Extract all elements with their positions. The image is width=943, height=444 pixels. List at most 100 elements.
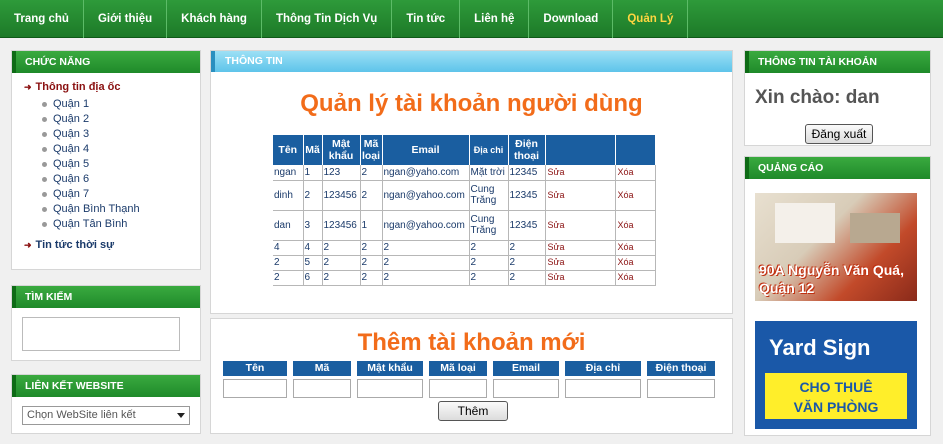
chevron-down-icon <box>177 413 185 418</box>
cell-password: 123 <box>322 165 361 181</box>
search-input[interactable] <box>22 317 180 351</box>
district-item[interactable]: Quận 3 <box>42 127 200 142</box>
cell-address: 2 <box>469 240 509 256</box>
address-field[interactable] <box>565 379 641 398</box>
cell-type: 2 <box>360 255 383 271</box>
cell-id: 6 <box>303 270 323 286</box>
edit-link[interactable]: Sửa <box>545 165 616 181</box>
bullet-icon <box>42 116 47 122</box>
bullet-icon <box>42 206 47 212</box>
ads-panel: QUẢNG CÁO 90A Nguyễn Văn Quá, Quận 12 Ya… <box>744 156 931 436</box>
table-row: dinh 2 123456 2 ngan@yahoo.com Cung Trăn… <box>273 180 656 211</box>
delete-link[interactable]: Xóa <box>615 240 656 256</box>
id-field[interactable] <box>293 379 351 398</box>
district-item[interactable]: Quận 4 <box>42 142 200 157</box>
cell-address: 2 <box>469 255 509 271</box>
edit-link[interactable]: Sửa <box>545 180 616 211</box>
column-header <box>615 135 656 165</box>
office-photo-shape <box>775 203 835 243</box>
edit-link[interactable]: Sửa <box>545 255 616 271</box>
bullet-icon <box>42 161 47 167</box>
column-header: Tên <box>273 135 304 165</box>
cell-address: Mặt trời <box>469 165 509 181</box>
field-label: Tên <box>223 361 287 376</box>
info-title: THÔNG TIN <box>211 51 732 72</box>
menu-news[interactable]: ➜ Tin tức thời sự <box>12 232 200 251</box>
user-table: Tên Mã Mật khẩu Mã loại Email Địa chỉ Đi… <box>273 135 656 286</box>
edit-link[interactable]: Sửa <box>545 270 616 286</box>
table-row: 4 4 2 2 2 2 2 Sửa Xóa <box>273 240 656 256</box>
cell-phone: 12345 <box>508 180 546 211</box>
table-row: 2 5 2 2 2 2 2 Sửa Xóa <box>273 255 656 271</box>
functions-panel: CHỨC NĂNG ➜ Thông tin địa ốc Quận 1 Quận … <box>11 50 201 270</box>
logout-button[interactable]: Đăng xuất <box>805 124 873 144</box>
district-item[interactable]: Quận Bình Thạnh <box>42 202 200 217</box>
cell-id: 2 <box>303 180 323 211</box>
nav-contact[interactable]: Liên hệ <box>460 0 530 38</box>
cell-name: dan <box>273 210 304 241</box>
column-header: Điện thoại <box>508 135 546 165</box>
delete-link[interactable]: Xóa <box>615 165 656 181</box>
cell-password: 2 <box>322 255 361 271</box>
table-row: dan 3 123456 1 ngan@yahoo.com Cung Trăng… <box>273 210 656 241</box>
nav-about[interactable]: Giới thiệu <box>84 0 168 38</box>
district-item[interactable]: Quận 6 <box>42 172 200 187</box>
yard-sign-ad-banner[interactable]: Yard Sign CHO THUÊ VĂN PHÒNG <box>755 321 917 429</box>
field-label: Email <box>493 361 559 376</box>
add-button[interactable]: Thêm <box>438 401 508 421</box>
nav-home[interactable]: Trang chủ <box>0 0 84 38</box>
district-label: Quận 7 <box>53 188 90 200</box>
district-item[interactable]: Quận 2 <box>42 112 200 127</box>
field-label: Địa chỉ <box>565 361 641 376</box>
column-header: Email <box>382 135 470 165</box>
email-field[interactable] <box>493 379 559 398</box>
nav-download[interactable]: Download <box>529 0 614 38</box>
cell-id: 5 <box>303 255 323 271</box>
delete-link[interactable]: Xóa <box>615 180 656 211</box>
name-field[interactable] <box>223 379 287 398</box>
account-title: THÔNG TIN TÀI KHOẢN <box>745 51 930 73</box>
nav-manage[interactable]: Quản Lý <box>613 0 689 38</box>
links-panel: LIÊN KẾT WEBSITE Chọn WebSite liên kết <box>11 374 201 434</box>
delete-link[interactable]: Xóa <box>615 270 656 286</box>
cell-email: 2 <box>382 255 470 271</box>
cell-type: 1 <box>360 210 383 241</box>
nav-news[interactable]: Tin tức <box>392 0 461 38</box>
edit-link[interactable]: Sửa <box>545 210 616 241</box>
arrow-right-icon: ➜ <box>24 82 32 92</box>
cell-id: 1 <box>303 165 323 181</box>
nav-services[interactable]: Thông Tin Dịch Vụ <box>262 0 393 38</box>
column-header <box>545 135 616 165</box>
office-ad-banner[interactable]: 90A Nguyễn Văn Quá, Quận 12 <box>755 193 917 301</box>
table-row: 2 6 2 2 2 2 2 Sửa Xóa <box>273 270 656 286</box>
cell-email: ngan@yahoo.com <box>382 180 470 211</box>
add-account-form: Tên Mã Mật khẩu Mã loại Email Địa chỉ Đi… <box>223 361 715 398</box>
website-link-select[interactable]: Chọn WebSite liên kết <box>22 406 190 425</box>
field-label: Mã loại <box>429 361 487 376</box>
password-field[interactable] <box>357 379 423 398</box>
district-item[interactable]: Quận 5 <box>42 157 200 172</box>
search-panel: TÌM KIẾM <box>11 285 201 361</box>
field-label: Mật khẩu <box>357 361 423 376</box>
menu-news-label: Tin tức thời sự <box>35 239 115 251</box>
cell-name: 2 <box>273 255 304 271</box>
district-label: Quận 6 <box>53 173 90 185</box>
edit-link[interactable]: Sửa <box>545 240 616 256</box>
menu-property-info-label: Thông tin địa ốc <box>35 81 121 93</box>
menu-property-info[interactable]: ➜ Thông tin địa ốc <box>12 73 200 93</box>
ad-line: VĂN PHÒNG <box>793 399 879 415</box>
nav-customers[interactable]: Khách hàng <box>167 0 262 38</box>
type-field[interactable] <box>429 379 487 398</box>
cell-email: 2 <box>382 270 470 286</box>
cell-address: Cung Trăng <box>469 180 509 211</box>
delete-link[interactable]: Xóa <box>615 210 656 241</box>
phone-field[interactable] <box>647 379 715 398</box>
delete-link[interactable]: Xóa <box>615 255 656 271</box>
district-item[interactable]: Quận Tân Bình <box>42 217 200 232</box>
links-title: LIÊN KẾT WEBSITE <box>12 375 200 397</box>
cell-type: 2 <box>360 180 383 211</box>
district-label: Quận 2 <box>53 113 90 125</box>
district-item[interactable]: Quận 7 <box>42 187 200 202</box>
district-item[interactable]: Quận 1 <box>42 97 200 112</box>
cell-name: 4 <box>273 240 304 256</box>
